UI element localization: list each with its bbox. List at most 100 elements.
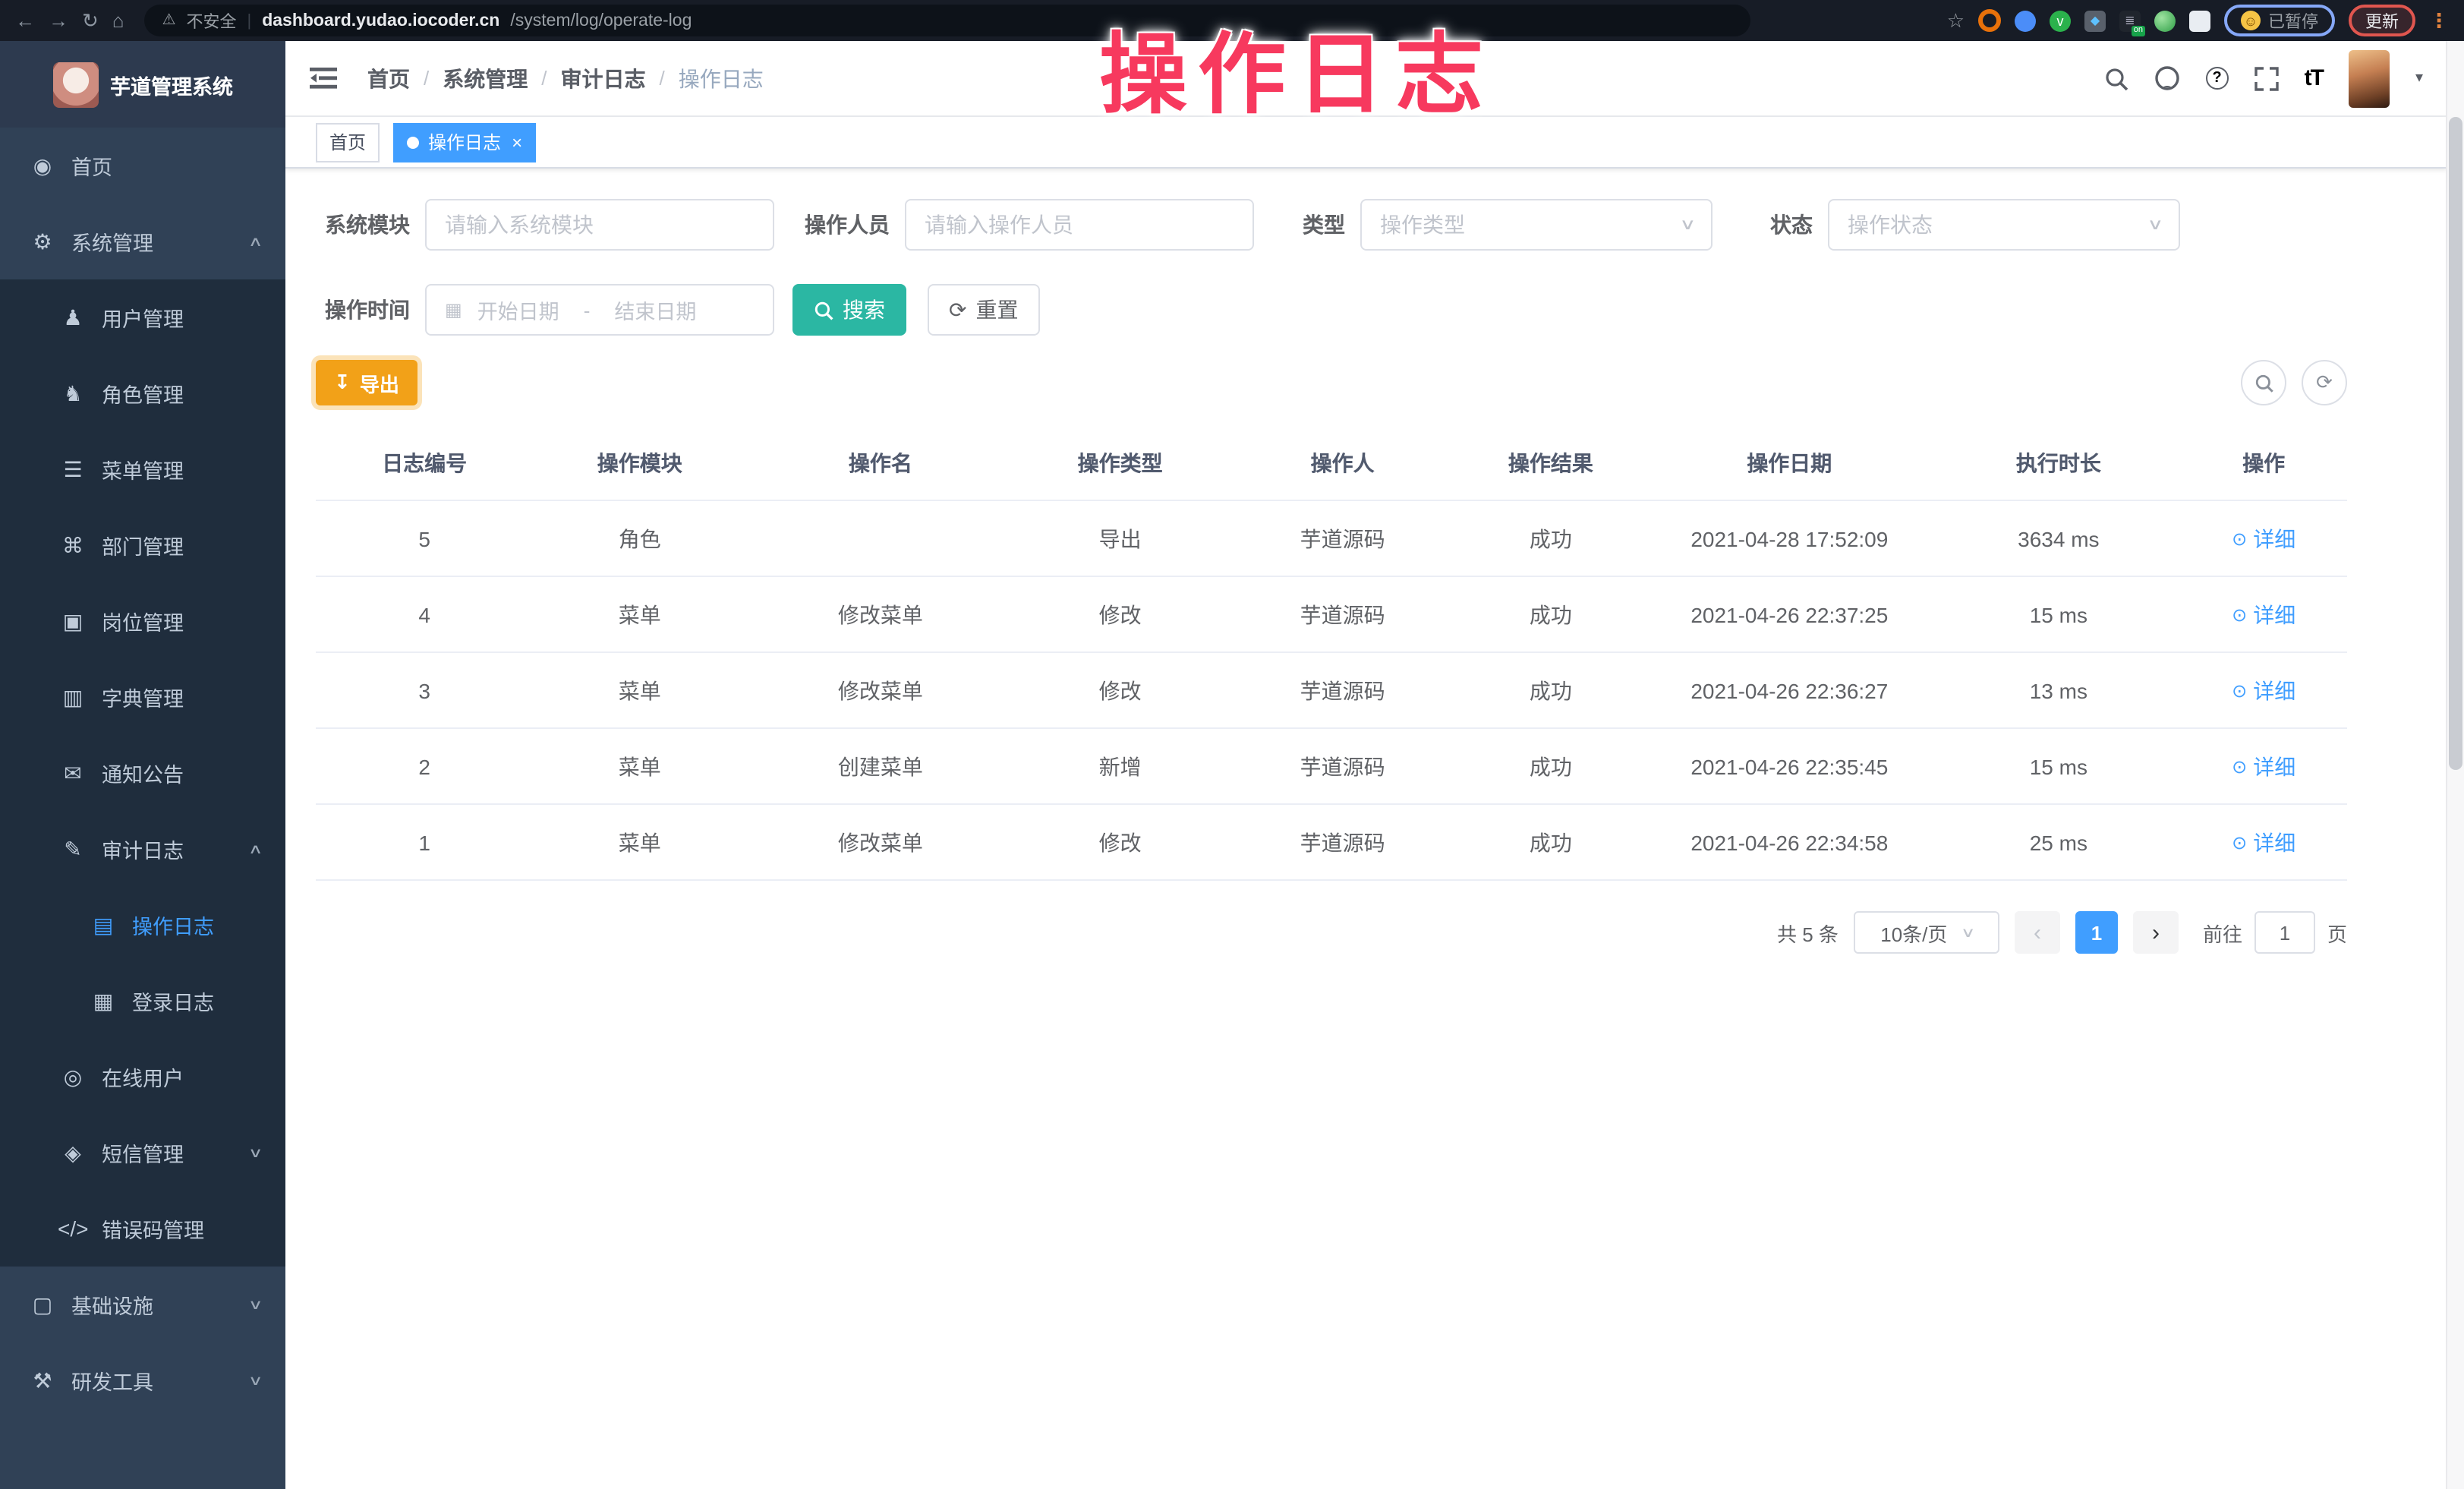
browser-home-icon[interactable]: ⌂	[112, 11, 124, 30]
page-size-select[interactable]: 10条/页 ∨	[1854, 911, 1999, 954]
sidebar-item-notice[interactable]: ✉通知公告	[0, 735, 285, 811]
total-count: 共 5 条	[1777, 918, 1839, 947]
status-select[interactable]: 操作状态 ∨	[1828, 199, 2180, 251]
table-cell: 新增	[1015, 728, 1226, 804]
puzzle-extension-icon[interactable]	[2189, 10, 2210, 31]
export-button[interactable]: ↧ 导出	[316, 360, 417, 405]
table-cell: 导出	[1015, 500, 1226, 576]
next-page-button[interactable]: ›	[2133, 911, 2179, 954]
calendar-icon: ▦	[445, 299, 462, 320]
scrollbar-thumb[interactable]	[2449, 117, 2462, 770]
detail-link[interactable]: ⊙详细	[2232, 751, 2295, 781]
detail-link[interactable]: ⊙详细	[2232, 523, 2295, 554]
sidebar-item-menu-management[interactable]: ☰菜单管理	[0, 431, 285, 507]
sidebar-item-system-management[interactable]: ⚙系统管理∧	[0, 203, 285, 279]
date-range-input[interactable]: ▦ 开始日期 - 结束日期	[425, 284, 774, 336]
blue-drop-extension-icon[interactable]	[2015, 10, 2036, 31]
table-cell: 2021-04-26 22:34:58	[1642, 804, 1936, 880]
toolbox-icon: ⚒	[27, 1368, 58, 1393]
green-v-extension-icon[interactable]: v	[2050, 10, 2071, 31]
detail-link[interactable]: ⊙详细	[2232, 599, 2295, 629]
browser-update-button[interactable]: 更新	[2349, 5, 2415, 36]
table-cell: 菜单	[533, 576, 746, 652]
sidebar-item-sms-management[interactable]: ◈短信管理∨	[0, 1115, 285, 1191]
sidebar-item-home[interactable]: ◉首页	[0, 128, 285, 203]
paused-profile-chip[interactable]: ☺ 已暂停	[2224, 5, 2335, 36]
table-cell: 创建菜单	[746, 728, 1014, 804]
sidebar-item-dept-management[interactable]: ⌘部门管理	[0, 507, 285, 583]
eye-icon: ⊙	[2232, 756, 2247, 777]
fullscreen-icon[interactable]	[2254, 66, 2279, 90]
code-icon: </>	[58, 1216, 88, 1241]
sidebar-item-label: 审计日志	[102, 834, 184, 864]
close-icon[interactable]: ×	[512, 131, 522, 153]
caret-down-icon[interactable]: ▾	[2415, 70, 2423, 87]
type-select[interactable]: 操作类型 ∨	[1360, 199, 1713, 251]
grid-blue-extension-icon[interactable]: ◆	[2084, 10, 2106, 31]
sidebar-item-login-log[interactable]: ▦登录日志	[0, 963, 285, 1039]
search-button[interactable]: 搜索	[792, 284, 906, 336]
orange-ring-extension-icon[interactable]	[1978, 9, 2001, 32]
green-leaf-extension-icon[interactable]	[2154, 10, 2176, 31]
sidebar-item-label: 字典管理	[102, 682, 184, 712]
prev-page-button[interactable]: ‹	[2015, 911, 2060, 954]
detail-link[interactable]: ⊙详细	[2232, 675, 2295, 705]
page-scrollbar[interactable]	[2446, 41, 2464, 1489]
address-bar[interactable]: ⚠ 不安全 | dashboard.yudao.iocoder.cn /syst…	[144, 5, 1750, 36]
column-header: 日志编号	[316, 427, 533, 500]
pagination: 共 5 条 10条/页 ∨ ‹ 1 › 前往 1 页	[316, 911, 2347, 954]
browser-back-icon[interactable]: ←	[15, 11, 35, 30]
toggle-search-button[interactable]	[2241, 360, 2286, 405]
sidebar-collapse-icon[interactable]	[310, 67, 337, 90]
browser-forward-icon[interactable]: →	[49, 11, 68, 30]
search-icon[interactable]	[2104, 66, 2128, 90]
sidebar-item-label: 用户管理	[102, 302, 184, 333]
login-log-icon: ▦	[88, 988, 118, 1014]
font-size-icon[interactable]: tT	[2305, 65, 2323, 91]
sidebar-item-audit-log[interactable]: ✎审计日志∧	[0, 811, 285, 887]
sidebar-item-operate-log[interactable]: ▤操作日志	[0, 887, 285, 963]
table-tools: ⟳	[2241, 360, 2347, 405]
module-input[interactable]: 请输入系统模块	[425, 199, 774, 251]
page-1-button[interactable]: 1	[2075, 911, 2118, 954]
browser-menu-kebab-icon[interactable]: ⋮	[2429, 8, 2449, 33]
detail-link[interactable]: ⊙详细	[2232, 827, 2295, 857]
sidebar-item-role-management[interactable]: ♞角色管理	[0, 355, 285, 431]
sidebar-item-infrastructure[interactable]: ▢基础设施∨	[0, 1267, 285, 1342]
user-avatar[interactable]	[2349, 49, 2390, 107]
breadcrumb-home[interactable]: 首页	[367, 63, 410, 93]
dark-on-extension-icon[interactable]: ≣on	[2119, 10, 2141, 31]
sidebar-item-user-management[interactable]: ♟用户管理	[0, 279, 285, 355]
sidebar-item-online-users[interactable]: ◎在线用户	[0, 1039, 285, 1115]
sidebar-item-error-code-management[interactable]: </>错误码管理	[0, 1191, 285, 1267]
sidebar-item-dev-tools[interactable]: ⚒研发工具∨	[0, 1342, 285, 1418]
eye-icon: ⊙	[2232, 831, 2247, 853]
table-cell: 芋道源码	[1226, 804, 1460, 880]
bookmark-star-icon[interactable]: ☆	[1947, 8, 1965, 33]
smiley-emoji-icon: ☺	[2241, 11, 2261, 30]
goto-page-input[interactable]: 1	[2254, 911, 2315, 954]
breadcrumb-audit-log[interactable]: 审计日志	[561, 63, 646, 93]
time-label: 操作时间	[316, 295, 410, 325]
github-icon[interactable]	[2154, 65, 2180, 91]
sidebar-item-post-management[interactable]: ▣岗位管理	[0, 583, 285, 659]
url-path: /system/log/operate-log	[510, 11, 692, 30]
refresh-table-button[interactable]: ⟳	[2302, 360, 2347, 405]
not-secure-label[interactable]: 不安全	[186, 8, 236, 33]
tab-operate-log[interactable]: 操作日志 ×	[393, 122, 536, 162]
detail-link-label: 详细	[2253, 675, 2295, 705]
help-question-icon[interactable]: ?	[2206, 67, 2229, 90]
operator-label: 操作人员	[796, 210, 890, 240]
table-cell: 2021-04-26 22:36:27	[1642, 652, 1936, 728]
sidebar-item-dict-management[interactable]: ▥字典管理	[0, 659, 285, 735]
tab-home[interactable]: 首页	[316, 122, 380, 162]
chevron-down-icon: ∨	[249, 1296, 264, 1313]
operator-input[interactable]: 请输入操作人员	[905, 199, 1254, 251]
column-header: 操作模块	[533, 427, 746, 500]
breadcrumb-system[interactable]: 系统管理	[443, 63, 528, 93]
sidebar-brand[interactable]: 芋道管理系统	[0, 41, 285, 128]
eye-icon: ⊙	[2232, 604, 2247, 625]
org-tree-icon: ⌘	[58, 532, 88, 558]
browser-reload-icon[interactable]: ↻	[82, 11, 99, 30]
reset-button[interactable]: ⟳ 重置	[928, 284, 1039, 336]
